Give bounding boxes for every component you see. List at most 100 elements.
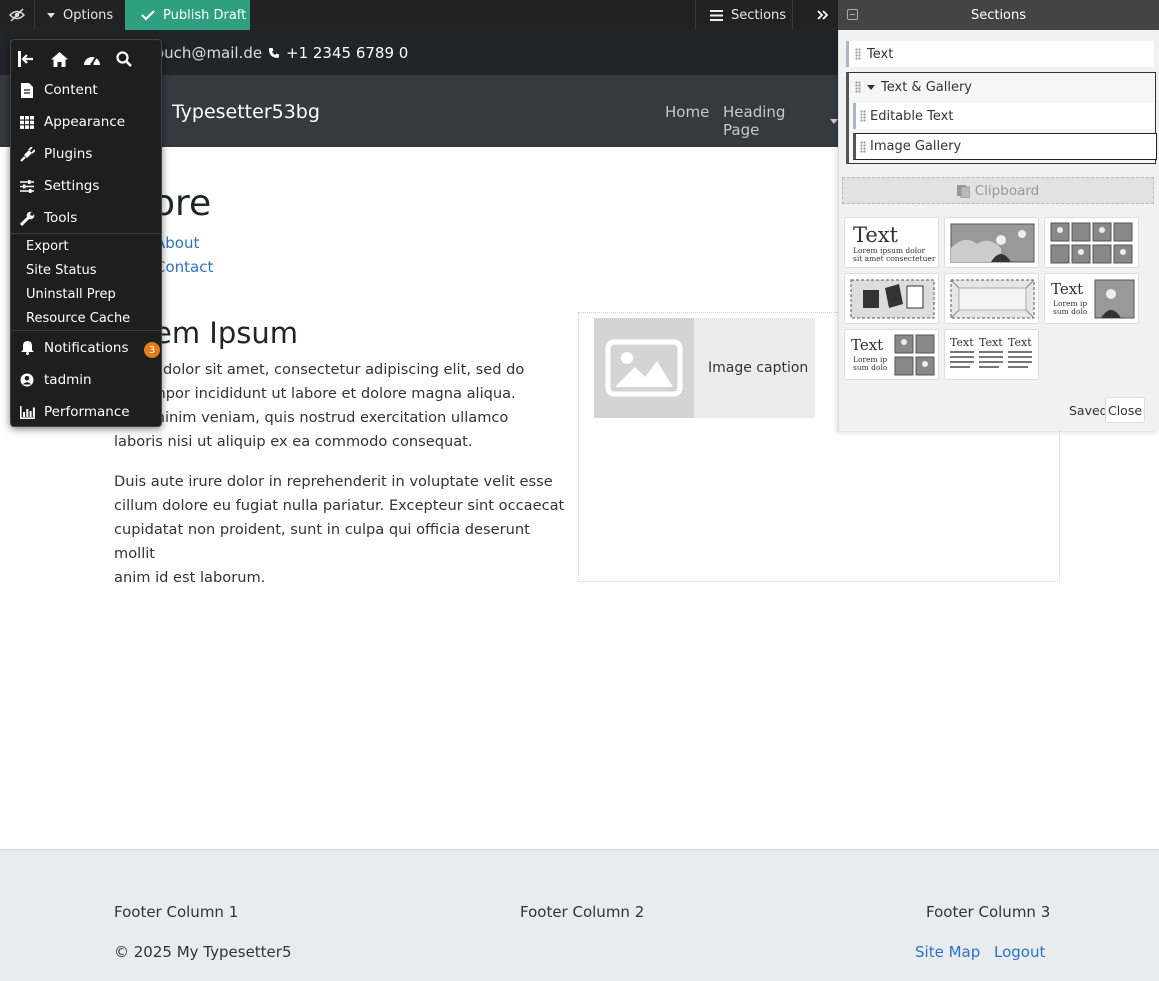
nav-item-home[interactable]: Home bbox=[665, 103, 709, 121]
menu-item-label: Plugins bbox=[44, 146, 93, 162]
save-status: Saved bbox=[1069, 403, 1108, 418]
file-icon bbox=[19, 82, 35, 98]
menu-item-label: Settings bbox=[44, 178, 100, 194]
menu-item-performance[interactable]: Performance bbox=[11, 396, 161, 428]
section-row-image-gallery[interactable]: Image Gallery bbox=[853, 133, 1157, 160]
logout-link[interactable]: Logout bbox=[994, 943, 1045, 961]
plug-icon bbox=[19, 146, 35, 162]
copyright: © 2025 My Typesetter5 bbox=[114, 943, 292, 961]
publish-draft-button[interactable]: Publish Draft bbox=[125, 0, 250, 30]
sections-panel: Text Text & Gallery Editable Text Image … bbox=[838, 30, 1159, 431]
home-icon[interactable] bbox=[49, 49, 69, 69]
tile-text-title: Text bbox=[950, 336, 974, 349]
menu-item-label: Content bbox=[44, 82, 98, 98]
caret-down-icon[interactable] bbox=[867, 84, 875, 90]
eye-slash-icon bbox=[9, 8, 25, 22]
menu-divider bbox=[11, 233, 161, 234]
contact-phone-number: +1 2345 6789 0 bbox=[286, 44, 409, 62]
sections-panel-header: Sections bbox=[838, 0, 1159, 30]
tile-include-section[interactable] bbox=[844, 273, 939, 324]
publish-draft-label: Publish Draft bbox=[163, 7, 247, 23]
sections-label: Sections bbox=[731, 7, 787, 23]
drag-handle-icon[interactable] bbox=[855, 81, 861, 93]
drag-handle-icon[interactable] bbox=[860, 140, 866, 153]
section-group-header[interactable]: Text & Gallery bbox=[849, 73, 1155, 101]
contact-email[interactable]: ouch@mail.de bbox=[155, 44, 262, 62]
section-row-label: Editable Text bbox=[870, 108, 954, 124]
close-button[interactable]: Close bbox=[1105, 397, 1145, 423]
check-icon bbox=[141, 10, 155, 21]
minimize-icon[interactable] bbox=[847, 9, 858, 20]
tools-sub-resource-cache[interactable]: Resource Cache bbox=[26, 311, 130, 326]
user-circle-icon bbox=[19, 372, 35, 388]
menu-item-content[interactable]: Content bbox=[11, 74, 161, 106]
menu-item-label: tadmin bbox=[44, 372, 92, 388]
collapse-panel-button[interactable] bbox=[808, 0, 838, 30]
tile-three-columns-section[interactable]: Text Text Text bbox=[944, 329, 1039, 380]
tile-text-lorem: sit amet consectetuer bbox=[853, 254, 936, 263]
drag-handle-icon[interactable] bbox=[860, 110, 866, 122]
sections-toggle-button[interactable]: Sections bbox=[696, 0, 792, 30]
sections-panel-title: Sections bbox=[970, 7, 1027, 23]
admin-menu-quicklinks bbox=[11, 40, 161, 76]
menu-item-settings[interactable]: Settings bbox=[11, 170, 161, 202]
footer-column-3: Footer Column 3 bbox=[926, 903, 1051, 921]
paragraph: Duis aute irure dolor in reprehenderit i… bbox=[114, 473, 565, 586]
bar-chart-icon bbox=[19, 404, 35, 420]
nav-item-heading-page[interactable]: Heading Page bbox=[723, 103, 838, 139]
menu-item-label: Appearance bbox=[44, 114, 126, 130]
tile-wrapper-section[interactable] bbox=[944, 273, 1039, 324]
options-label: Options bbox=[63, 7, 114, 23]
footer-column-2: Footer Column 2 bbox=[520, 903, 645, 921]
section-group-text-gallery[interactable]: Text & Gallery Editable Text Image Galle… bbox=[846, 72, 1157, 164]
wrench-icon bbox=[19, 210, 35, 226]
options-button[interactable]: Options bbox=[34, 0, 124, 30]
site-map-link[interactable]: Site Map bbox=[915, 943, 980, 961]
tile-text-title: Text bbox=[1008, 336, 1032, 349]
tile-image-section[interactable] bbox=[944, 217, 1039, 268]
paragraph: ipsum dolor sit amet, consectetur adipis… bbox=[114, 361, 525, 450]
section-row-label: Text & Gallery bbox=[881, 79, 972, 95]
section-row-editable-text[interactable]: Editable Text bbox=[853, 103, 1154, 129]
contact-phone[interactable]: +1 2345 6789 0 bbox=[268, 44, 408, 62]
caret-down-icon bbox=[47, 12, 55, 18]
tile-text-section[interactable]: Text Lorem ipsum dolor sit amet consecte… bbox=[844, 217, 939, 268]
gallery-item[interactable]: Image caption bbox=[594, 318, 815, 418]
tile-text-gallery-section[interactable]: Text Lorem ip sum dolo bbox=[844, 329, 939, 380]
bars-icon bbox=[710, 9, 723, 21]
tile-text-lorem: sum dolo bbox=[853, 363, 888, 372]
bell-icon bbox=[19, 340, 35, 356]
site-brand[interactable]: Typesetter53bg bbox=[172, 101, 320, 123]
menu-item-user[interactable]: tadmin bbox=[11, 364, 161, 396]
tile-text-title: Text bbox=[851, 336, 883, 354]
preview-toggle-button[interactable] bbox=[0, 0, 34, 30]
menu-item-plugins[interactable]: Plugins bbox=[11, 138, 161, 170]
search-icon[interactable] bbox=[114, 49, 134, 69]
menu-item-tools[interactable]: Tools bbox=[11, 202, 161, 234]
menu-item-label: Performance bbox=[44, 404, 130, 420]
tools-sub-uninstall-prep[interactable]: Uninstall Prep bbox=[26, 287, 116, 302]
clipboard-icon bbox=[956, 184, 970, 198]
clipboard-area[interactable]: Clipboard bbox=[842, 177, 1154, 204]
tools-sub-export[interactable]: Export bbox=[26, 239, 69, 254]
image-placeholder-icon bbox=[605, 339, 683, 397]
drag-handle-icon[interactable] bbox=[855, 48, 861, 60]
exit-admin-icon[interactable] bbox=[17, 49, 37, 69]
menu-item-label: Notifications bbox=[44, 340, 129, 356]
tools-sub-site-status[interactable]: Site Status bbox=[26, 263, 97, 278]
section-row-label: Text bbox=[867, 46, 894, 62]
dashboard-icon[interactable] bbox=[82, 49, 102, 69]
tile-text-lorem: sum dolo bbox=[1053, 307, 1088, 316]
tile-gallery-section[interactable] bbox=[1044, 217, 1139, 268]
image-caption: Image caption bbox=[708, 360, 809, 376]
menu-item-appearance[interactable]: Appearance bbox=[11, 106, 161, 138]
clipboard-label: Clipboard bbox=[974, 182, 1040, 199]
gallery-thumbnail[interactable] bbox=[594, 318, 694, 418]
tile-text-image-section[interactable]: Text Lorem ip sum dolo bbox=[1044, 273, 1139, 324]
child-link-contact[interactable]: Contact bbox=[155, 258, 213, 276]
menu-item-notifications[interactable]: Notifications 3 bbox=[11, 332, 161, 364]
nav-item-label: Heading Page bbox=[723, 103, 786, 139]
footer-column-1: Footer Column 1 bbox=[114, 903, 239, 921]
sliders-icon bbox=[19, 178, 35, 194]
section-row-text[interactable]: Text bbox=[846, 41, 1154, 67]
